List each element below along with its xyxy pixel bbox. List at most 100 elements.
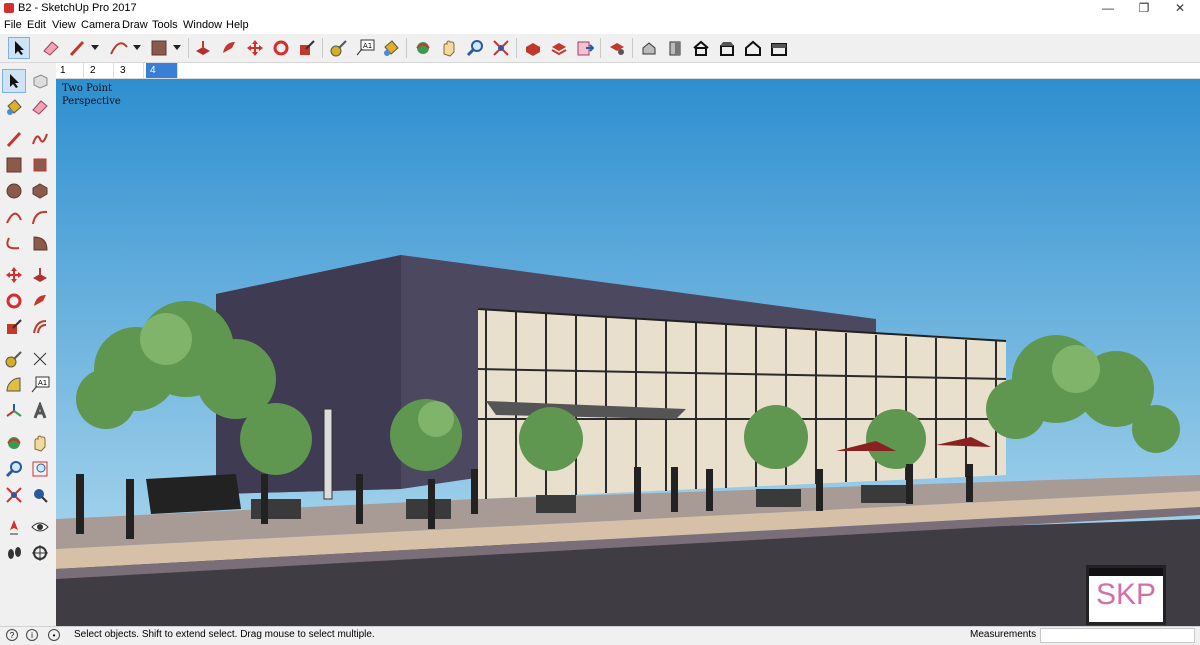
layout-icon[interactable] [574,37,596,59]
push-pull-icon[interactable] [192,37,214,59]
chevron-down-icon[interactable] [88,37,102,59]
house-outline-icon[interactable] [742,37,764,59]
measurements-label: Measurements [970,629,1037,640]
select-icon[interactable] [8,37,30,59]
large-tool-set: A1 [0,63,57,626]
line-icon[interactable] [2,127,26,151]
orbit-icon[interactable] [2,431,26,455]
skp-watermark: SKP [1086,565,1166,625]
chevron-down-icon[interactable] [130,37,144,59]
user-icon[interactable]: • [48,629,60,641]
scale-icon[interactable] [296,37,318,59]
building-render [56,79,1200,626]
model-viewport[interactable]: Two Point Perspective SKP [56,79,1200,626]
section-plane-icon[interactable] [28,541,52,565]
svg-text:A1: A1 [363,42,372,50]
menu-edit[interactable]: Edit [27,19,46,31]
menu-camera[interactable]: Camera [81,19,120,31]
menu-tools[interactable]: Tools [152,19,178,31]
position-camera-icon[interactable] [2,515,26,539]
status-hint: Select objects. Shift to extend select. … [74,629,375,640]
rotate-icon[interactable] [2,289,26,313]
scene-tabs: 1 2 3 4 [56,63,1200,79]
pan-icon[interactable] [438,37,460,59]
walk-icon[interactable] [2,541,26,565]
eraser-icon[interactable] [28,95,52,119]
scene-tab-3[interactable]: 3 [116,63,144,78]
3d-text-icon[interactable] [28,399,52,423]
iso-view-icon[interactable] [638,37,660,59]
menu-file[interactable]: File [4,19,22,31]
three-point-arc-icon[interactable] [2,231,26,255]
look-around-icon[interactable] [28,515,52,539]
polygon-icon[interactable] [28,179,52,203]
pan-icon[interactable] [28,431,52,455]
main-toolbar: A1 [0,34,1200,63]
rotate-icon[interactable] [270,37,292,59]
tape-measure-icon[interactable] [2,347,26,371]
text-icon[interactable]: A1 [354,37,376,59]
line-icon[interactable] [66,37,88,59]
window-title: B2 - SketchUp Pro 2017 [18,2,137,14]
extension-warehouse-icon[interactable] [548,37,570,59]
3d-warehouse-icon[interactable] [522,37,544,59]
menu-bar: File Edit View Camera Draw Tools Window … [0,17,1200,34]
measurements-field[interactable] [1040,628,1195,643]
minimize-button[interactable]: — [1088,0,1128,17]
follow-me-icon[interactable] [218,37,240,59]
paint-bucket-icon[interactable] [2,95,26,119]
zoom-icon[interactable] [2,457,26,481]
move-icon[interactable] [244,37,266,59]
previous-view-icon[interactable] [28,483,52,507]
two-point-arc-icon[interactable] [28,205,52,229]
extension-manager-icon[interactable] [606,37,628,59]
zoom-window-icon[interactable] [28,457,52,481]
follow-me-icon[interactable] [28,289,52,313]
back-view-icon[interactable] [768,37,790,59]
scale-icon[interactable] [2,315,26,339]
geolocation-icon[interactable]: ? [6,629,18,641]
maximize-button[interactable]: ❐ [1124,0,1164,17]
pie-icon[interactable] [28,231,52,255]
top-view-icon[interactable] [716,37,738,59]
push-pull-icon[interactable] [28,263,52,287]
axes-icon[interactable] [2,399,26,423]
credits-icon[interactable]: i [26,629,38,641]
offset-icon[interactable] [28,315,52,339]
zoom-icon[interactable] [464,37,486,59]
camera-mode-label: Two Point Perspective [62,83,121,107]
select-icon[interactable] [2,69,26,93]
close-button[interactable]: ✕ [1160,0,1200,17]
circle-icon[interactable] [2,179,26,203]
arc-icon[interactable] [2,205,26,229]
zoom-extents-icon[interactable] [2,483,26,507]
menu-draw[interactable]: Draw [122,19,148,31]
eraser-icon[interactable] [40,37,62,59]
chevron-down-icon[interactable] [170,37,184,59]
component-icon[interactable] [28,69,52,93]
move-icon[interactable] [2,263,26,287]
house-icon[interactable] [690,37,712,59]
arc-icon[interactable] [108,37,130,59]
text-icon[interactable]: A1 [28,373,52,397]
front-view-icon[interactable] [664,37,686,59]
paint-bucket-icon[interactable] [380,37,402,59]
protractor-icon[interactable] [2,373,26,397]
watermark-text: SKP [1095,578,1157,611]
scene-tab-1[interactable]: 1 [56,63,84,78]
svg-text:A1: A1 [38,379,47,387]
scene-tab-2[interactable]: 2 [86,63,114,78]
zoom-extents-icon[interactable] [490,37,512,59]
freehand-icon[interactable] [28,127,52,151]
orbit-icon[interactable] [412,37,434,59]
menu-window[interactable]: Window [183,19,222,31]
tape-measure-icon[interactable] [328,37,350,59]
rotated-rectangle-icon[interactable] [28,153,52,177]
status-bar: ? i • Select objects. Shift to extend se… [0,626,1200,645]
rectangle-icon[interactable] [2,153,26,177]
dimension-icon[interactable] [28,347,52,371]
rectangle-icon[interactable] [148,37,170,59]
scene-tab-4[interactable]: 4 [146,63,178,78]
menu-help[interactable]: Help [226,19,249,31]
menu-view[interactable]: View [52,19,76,31]
